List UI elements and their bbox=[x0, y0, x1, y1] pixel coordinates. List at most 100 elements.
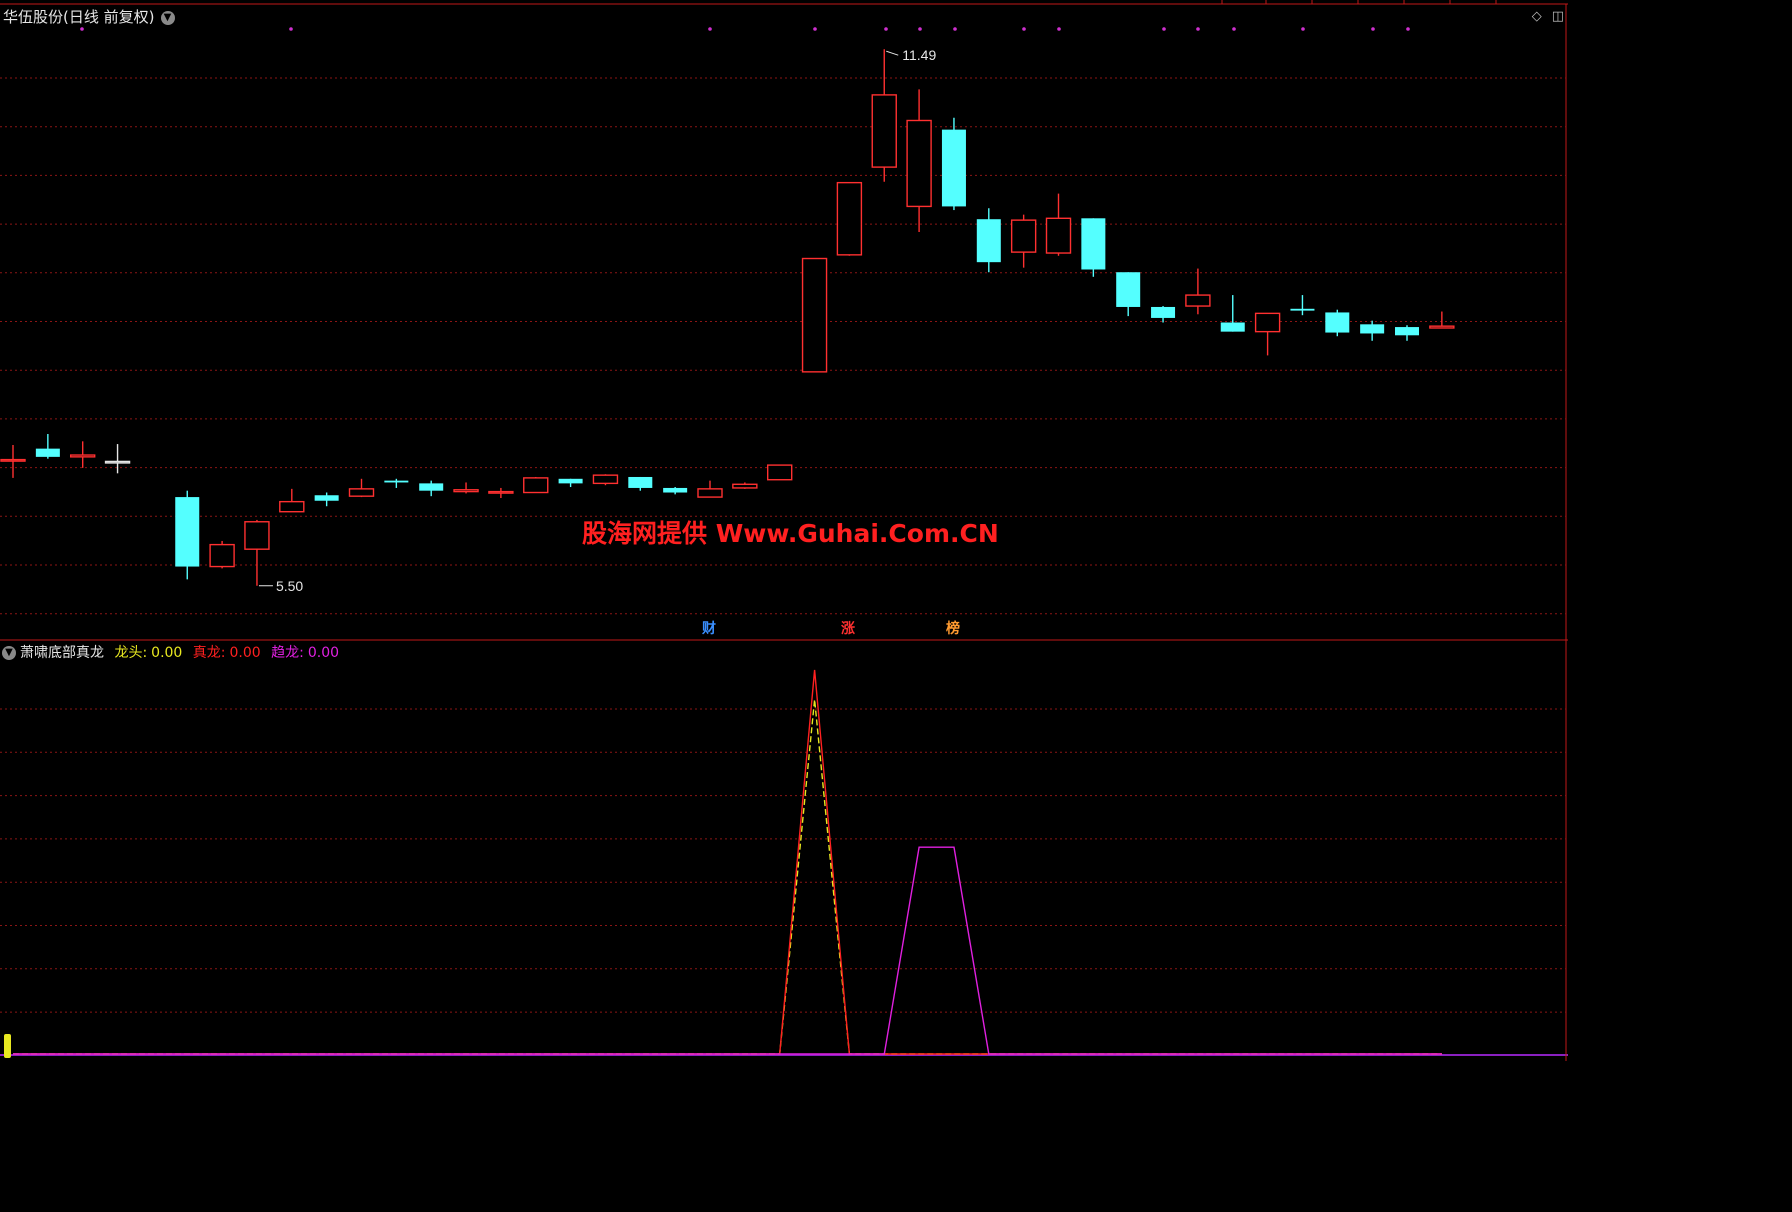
candle-body bbox=[209, 543, 235, 568]
high-pointer bbox=[886, 50, 899, 56]
candlestick bbox=[209, 540, 235, 569]
signal-dot bbox=[1301, 27, 1305, 31]
signal-dot bbox=[289, 27, 293, 31]
candlestick bbox=[1395, 325, 1419, 341]
candle-body bbox=[906, 119, 932, 208]
candle-body bbox=[1081, 218, 1106, 270]
candlestick bbox=[558, 478, 583, 488]
candlestick bbox=[1220, 295, 1245, 332]
candle-body bbox=[314, 495, 339, 501]
candlestick bbox=[1254, 312, 1281, 356]
scroll-marker bbox=[4, 1034, 11, 1058]
candle-body bbox=[836, 181, 863, 256]
candle-body bbox=[1185, 294, 1211, 307]
candle-body bbox=[1010, 219, 1037, 253]
candlestick bbox=[0, 444, 26, 478]
period-label: (日线 前复权) bbox=[63, 8, 155, 26]
candle-body bbox=[1290, 308, 1315, 311]
high-price-label: 11.49 bbox=[902, 47, 936, 63]
candle-body bbox=[663, 487, 688, 493]
indicator-name: 萧啸底部真龙 bbox=[20, 645, 104, 661]
candlestick bbox=[244, 519, 270, 586]
candle-body bbox=[1254, 312, 1281, 333]
candlestick bbox=[1010, 214, 1037, 268]
watermark: 股海网提供 Www.Guhai.Com.CN bbox=[582, 519, 999, 548]
candle-body bbox=[1325, 312, 1350, 333]
candlestick bbox=[836, 181, 863, 256]
candle-body bbox=[1116, 272, 1141, 307]
candle-body bbox=[1429, 325, 1455, 329]
candle-body bbox=[1395, 327, 1419, 336]
signal-dot bbox=[1022, 27, 1026, 31]
candle-body bbox=[0, 458, 26, 462]
candle-body bbox=[801, 257, 828, 373]
low-price-label: 5.50 bbox=[276, 578, 303, 594]
candlestick bbox=[175, 490, 200, 580]
candlestick bbox=[697, 480, 723, 498]
candlestick bbox=[1151, 306, 1176, 323]
candle-body bbox=[244, 521, 270, 550]
candlestick bbox=[1116, 272, 1141, 317]
candle-body bbox=[384, 480, 409, 483]
chevron-down-icon[interactable]: ▼ bbox=[2, 646, 16, 660]
candle-body bbox=[419, 483, 444, 491]
event-marker-finance[interactable]: 财 bbox=[701, 620, 717, 638]
diamond-icon[interactable]: ◇ bbox=[1532, 9, 1542, 24]
signal-dot bbox=[1406, 27, 1410, 31]
signal-dot bbox=[884, 27, 888, 31]
signal-dot bbox=[1371, 27, 1375, 31]
true-dragon-value: 0.00 bbox=[229, 645, 261, 661]
candlestick bbox=[279, 488, 305, 513]
candlestick bbox=[871, 49, 897, 182]
candle-body bbox=[767, 464, 793, 481]
candlestick bbox=[488, 487, 514, 498]
candlestick bbox=[663, 487, 688, 495]
candle-body bbox=[104, 460, 131, 464]
candle-body bbox=[628, 476, 653, 488]
candlestick bbox=[628, 476, 653, 491]
candlestick bbox=[419, 480, 444, 497]
candlestick bbox=[35, 434, 60, 459]
candlestick bbox=[976, 208, 1001, 273]
indicator-series-3 bbox=[13, 846, 1442, 1055]
event-marker-ranking[interactable]: 榜 bbox=[945, 620, 961, 638]
signal-dot bbox=[80, 27, 84, 31]
signal-dot bbox=[1057, 27, 1061, 31]
panel-toggle-icon[interactable]: ◫ bbox=[1552, 9, 1564, 24]
candle-body bbox=[1151, 306, 1176, 318]
candle-body bbox=[1360, 324, 1385, 334]
stock-name: 华伍股份 bbox=[3, 8, 64, 26]
event-marker-limit-up[interactable]: 涨 bbox=[840, 620, 856, 638]
candle-body bbox=[523, 477, 549, 494]
dragon-head-label: 龙头: bbox=[114, 645, 148, 661]
candle-body bbox=[592, 474, 619, 485]
candle-body bbox=[488, 490, 514, 494]
chevron-down-icon[interactable]: ▼ bbox=[160, 10, 175, 25]
indicator-series-1 bbox=[13, 699, 1442, 1055]
signal-dot bbox=[708, 27, 712, 31]
candlestick bbox=[941, 117, 966, 211]
candle-body bbox=[732, 483, 758, 489]
chart-title: 华伍股份(日线 前复权) ▼ bbox=[3, 6, 175, 27]
candlestick bbox=[906, 89, 932, 233]
candlestick bbox=[523, 476, 549, 494]
candlestick bbox=[767, 464, 793, 481]
dragon-head-value: 0.00 bbox=[151, 645, 183, 661]
candle-body bbox=[1220, 322, 1245, 332]
candle-body bbox=[35, 448, 60, 457]
signal-dot bbox=[953, 27, 957, 31]
candlestick bbox=[801, 257, 828, 373]
candlestick bbox=[104, 444, 131, 474]
candlestick bbox=[1360, 320, 1385, 341]
candlestick bbox=[1290, 295, 1315, 316]
candlestick bbox=[453, 482, 479, 494]
candle-body bbox=[279, 500, 305, 513]
candle-body bbox=[871, 94, 897, 168]
candle-body bbox=[1045, 217, 1072, 254]
candle-body bbox=[976, 219, 1001, 263]
candle-body bbox=[941, 129, 966, 207]
candlestick bbox=[69, 441, 96, 468]
signal-dot bbox=[1162, 27, 1166, 31]
candle-body bbox=[348, 488, 375, 497]
candle-body bbox=[453, 489, 479, 493]
